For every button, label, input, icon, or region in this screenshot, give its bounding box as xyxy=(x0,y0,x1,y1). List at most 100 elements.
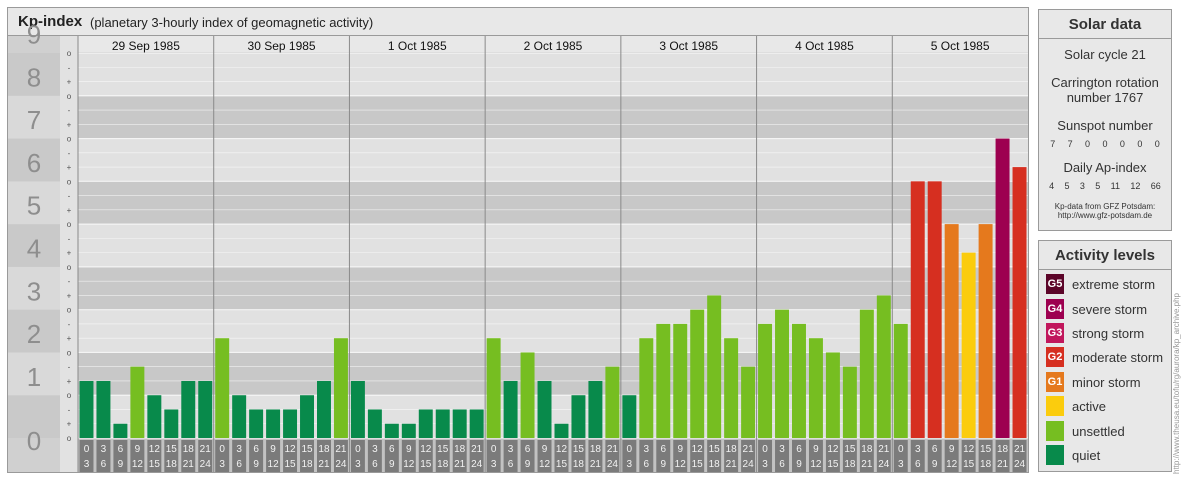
interval-start-label: 3 xyxy=(236,444,242,455)
level-swatch: G3 xyxy=(1046,323,1064,343)
y-minor-label: o xyxy=(67,391,72,400)
y-minor-label: o xyxy=(67,49,72,58)
y-minor-label: - xyxy=(68,234,71,243)
interval-end-label: 15 xyxy=(963,459,975,470)
kp-bar xyxy=(435,409,450,438)
interval-start-label: 0 xyxy=(898,444,904,455)
interval-end-label: 15 xyxy=(827,459,839,470)
level-label: quiet xyxy=(1072,447,1101,463)
level-g5: G5 extreme storm xyxy=(1046,274,1155,294)
interval-start-label: 0 xyxy=(627,444,633,455)
ap-value: 5 xyxy=(1064,181,1070,191)
interval-end-label: 9 xyxy=(525,459,531,470)
interval-start-label: 18 xyxy=(318,444,330,455)
level-swatch: G4 xyxy=(1046,299,1064,319)
carrington-number: number 1767 xyxy=(1066,90,1144,105)
level-swatch: G2 xyxy=(1046,347,1064,367)
kp-bar xyxy=(333,338,348,438)
interval-end-label: 18 xyxy=(301,459,313,470)
y-minor-label: + xyxy=(67,249,72,258)
interval-start-label: 15 xyxy=(573,444,585,455)
interval-start-label: 12 xyxy=(420,444,432,455)
sunspot-value: 7 xyxy=(1050,139,1056,149)
kp-bar xyxy=(910,181,925,439)
y-minor-label: o xyxy=(67,220,72,229)
y-tick-label: 7 xyxy=(27,105,41,135)
interval-end-label: 6 xyxy=(372,459,378,470)
interval-start-label: 18 xyxy=(997,444,1009,455)
kp-bar xyxy=(164,409,179,438)
kp-bar xyxy=(961,252,976,438)
interval-start-label: 9 xyxy=(135,444,141,455)
kp-bar xyxy=(554,423,569,438)
kp-bar xyxy=(758,323,773,438)
kp-bar xyxy=(1012,167,1027,439)
level-swatch: G5 xyxy=(1046,274,1064,294)
interval-start-label: 3 xyxy=(779,444,785,455)
level-g2: G2 moderate storm xyxy=(1046,347,1163,367)
interval-start-label: 9 xyxy=(813,444,819,455)
interval-start-label: 18 xyxy=(726,444,738,455)
kp-bar xyxy=(232,395,247,438)
y-minor-label: - xyxy=(68,106,71,115)
kp-bar xyxy=(215,338,230,438)
interval-start-label: 9 xyxy=(949,444,955,455)
interval-start-label: 12 xyxy=(963,444,975,455)
kp-bar xyxy=(808,338,823,438)
kp-bar xyxy=(350,380,365,438)
interval-end-label: 3 xyxy=(491,459,497,470)
interval-end-label: 18 xyxy=(844,459,856,470)
interval-start-label: 3 xyxy=(508,444,514,455)
interval-end-label: 15 xyxy=(284,459,296,470)
interval-start-label: 18 xyxy=(454,444,466,455)
interval-end-label: 15 xyxy=(692,459,704,470)
day-label: 3 Oct 1985 xyxy=(659,39,718,53)
interval-end-label: 24 xyxy=(878,459,890,470)
y-minor-label: - xyxy=(68,363,71,372)
interval-start-label: 6 xyxy=(932,444,938,455)
kp-chart: 0123456789o+-o+-o+-o+-o+-o+-o+-o+-o+-o29… xyxy=(8,20,1028,472)
day-label: 2 Oct 1985 xyxy=(524,39,583,53)
kp-bar xyxy=(944,224,959,438)
credit-url[interactable]: http://www.theusa.eu/tofu/rg/aurora/kp_a… xyxy=(1172,293,1181,474)
sunspot-value: 0 xyxy=(1085,139,1091,149)
solar-cycle: Solar cycle 21 xyxy=(1064,47,1146,62)
kp-bar xyxy=(741,366,756,438)
kp-bar xyxy=(401,423,416,438)
interval-end-label: 3 xyxy=(762,459,768,470)
level-g4: G4 severe storm xyxy=(1046,299,1147,319)
kp-bar xyxy=(605,366,620,438)
level-g3: G3 strong storm xyxy=(1046,323,1144,343)
solar-data-box: Solar data Solar cycle 21 Carrington rot… xyxy=(1038,9,1172,231)
kp-bar xyxy=(249,409,264,438)
level-swatch xyxy=(1046,445,1064,465)
level-swatch xyxy=(1046,421,1064,441)
source-line-2[interactable]: http://www.gfz-potsdam.de xyxy=(1039,211,1171,220)
interval-end-label: 6 xyxy=(915,459,921,470)
y-tick-label: 0 xyxy=(27,426,41,456)
kp-bar xyxy=(537,380,552,438)
interval-end-label: 9 xyxy=(796,459,802,470)
kp-bar xyxy=(893,323,908,438)
day-label: 1 Oct 1985 xyxy=(388,39,447,53)
kp-band xyxy=(78,181,1028,225)
day-label: 5 Oct 1985 xyxy=(931,39,990,53)
interval-end-label: 21 xyxy=(997,459,1009,470)
sunspot-value: 0 xyxy=(1102,139,1108,149)
y-minor-label: + xyxy=(67,291,72,300)
y-minor-label: + xyxy=(67,120,72,129)
interval-end-label: 12 xyxy=(946,459,958,470)
kp-bar xyxy=(300,395,314,438)
interval-end-label: 3 xyxy=(219,459,225,470)
solar-data-title: Solar data xyxy=(1039,10,1171,39)
interval-start-label: 6 xyxy=(796,444,802,455)
kp-bar xyxy=(198,380,213,438)
kp-bar xyxy=(384,423,399,438)
sunspot-values: 7 7 0 0 0 0 0 xyxy=(1039,139,1171,149)
ap-value: 12 xyxy=(1130,181,1141,191)
sunspot-label: Sunspot number xyxy=(1057,118,1153,133)
interval-end-label: 21 xyxy=(183,459,195,470)
carrington-label: Carrington rotation xyxy=(1051,75,1159,90)
y-tick-label: 5 xyxy=(27,191,41,221)
level-label: severe storm xyxy=(1072,301,1148,317)
